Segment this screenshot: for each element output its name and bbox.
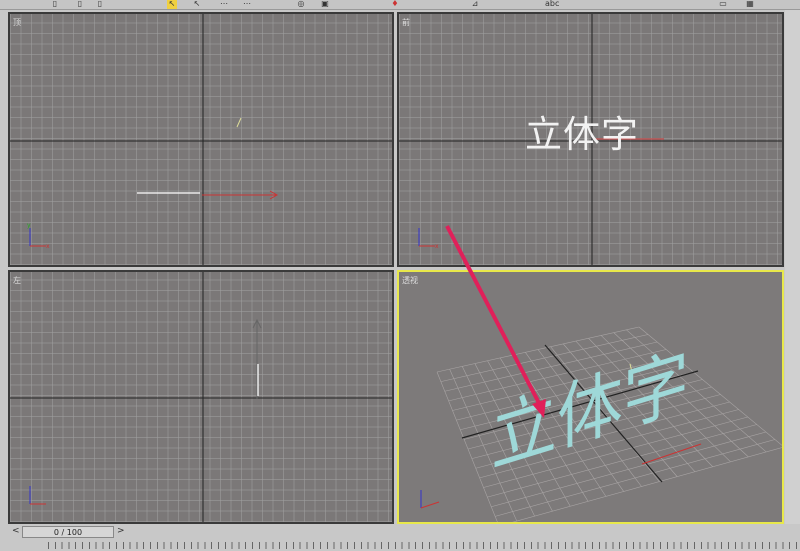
annotation-arrow — [445, 225, 546, 418]
command-panel-edge[interactable] — [785, 10, 800, 525]
track-bar[interactable] — [0, 540, 800, 551]
time-slider[interactable]: 0 / 100 — [22, 526, 114, 538]
prev-frame-button[interactable]: < — [12, 526, 20, 536]
next-frame-button[interactable]: > — [117, 526, 125, 536]
time-slider-bar: < 0 / 100 > — [0, 524, 800, 540]
